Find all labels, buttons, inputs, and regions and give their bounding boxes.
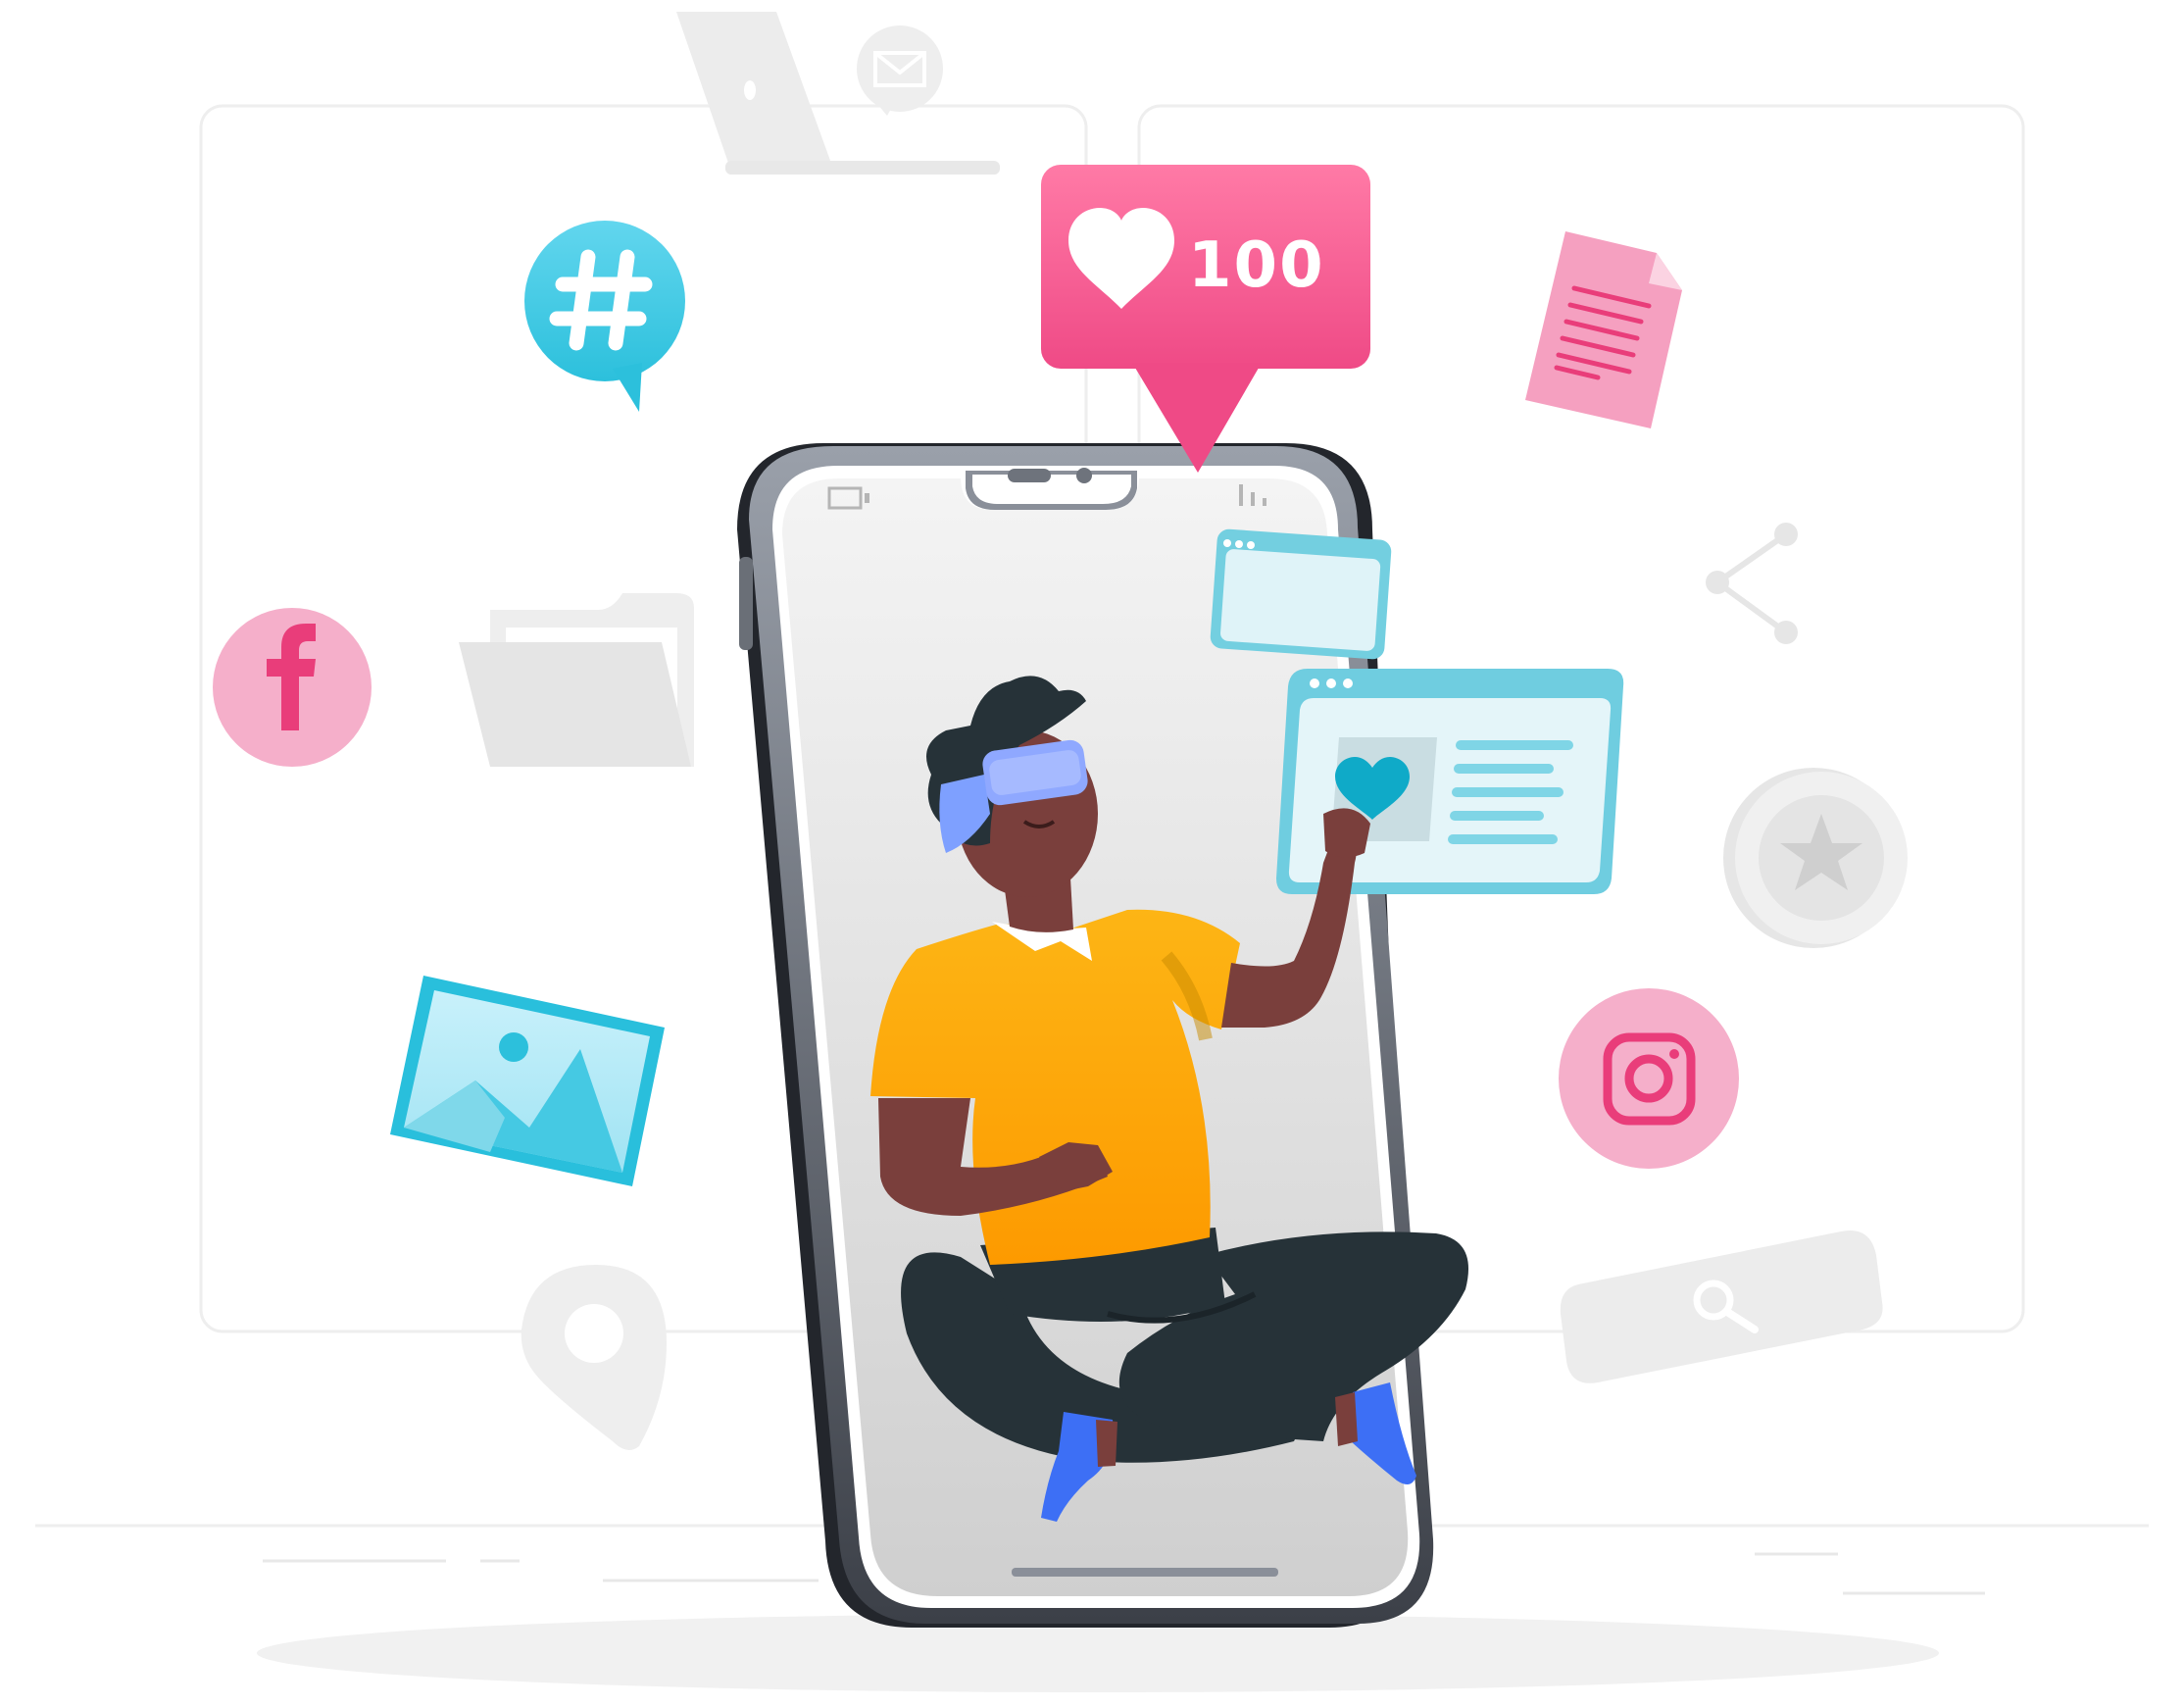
- star-coin-icon: [1723, 768, 1908, 948]
- instagram-icon: [1559, 988, 1739, 1169]
- mail-bubble-icon: [857, 25, 943, 116]
- folder-icon: [459, 593, 694, 767]
- browser-window-icon: [1210, 528, 1392, 660]
- location-pin-icon: [521, 1265, 667, 1450]
- like-count: 100: [1188, 229, 1325, 302]
- facebook-icon: [213, 608, 372, 767]
- social-media-illustration: 100: [35, 12, 2149, 1692]
